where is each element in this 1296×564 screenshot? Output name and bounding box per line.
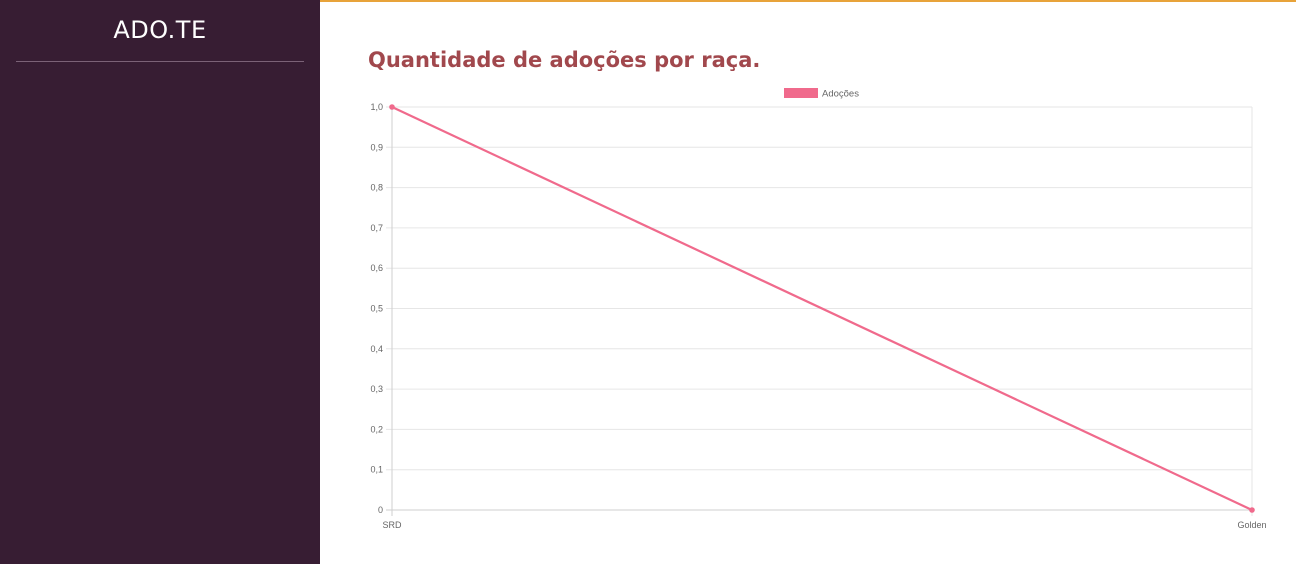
main-content: Quantidade de adoções por raça. 0 0,1 0,2 0… <box>320 2 1296 564</box>
brand-logo[interactable]: ADO.TE <box>0 16 320 44</box>
y-axis-ticks: 0 0,1 0,2 0,3 0,4 0,5 0,6 0,7 0,8 0,9 1,0 <box>370 102 383 515</box>
chart-legend[interactable]: Adoções <box>784 88 859 100</box>
legend-swatch[interactable] <box>784 88 818 98</box>
y-tick-label: 0,7 <box>370 223 383 233</box>
data-point[interactable] <box>1249 507 1255 513</box>
x-tick-label: SRD <box>382 520 402 530</box>
y-tick-label: 0,2 <box>370 424 383 434</box>
y-tick-label: 0,6 <box>370 263 383 273</box>
y-tick-label: 0,3 <box>370 384 383 394</box>
line-chart: 0 0,1 0,2 0,3 0,4 0,5 0,6 0,7 0,8 0,9 1,0 SRD Golde… <box>370 88 1267 530</box>
sidebar: ADO.TE <box>0 0 320 564</box>
y-tick-label: 1,0 <box>370 102 383 112</box>
sidebar-divider <box>16 61 304 62</box>
y-tick-label: 0,5 <box>370 304 383 314</box>
data-point[interactable] <box>389 104 395 110</box>
y-tick-label: 0 <box>378 505 383 515</box>
y-tick-label: 0,1 <box>370 465 383 475</box>
y-tick-label: 0,9 <box>370 142 383 152</box>
x-tick-label: Golden <box>1237 520 1266 530</box>
chart-grid <box>386 106 1253 516</box>
y-tick-label: 0,4 <box>370 344 383 354</box>
y-tick-label: 0,8 <box>370 183 383 193</box>
legend-label[interactable]: Adoções <box>822 89 859 100</box>
x-axis-ticks: SRD Golden <box>382 520 1266 530</box>
